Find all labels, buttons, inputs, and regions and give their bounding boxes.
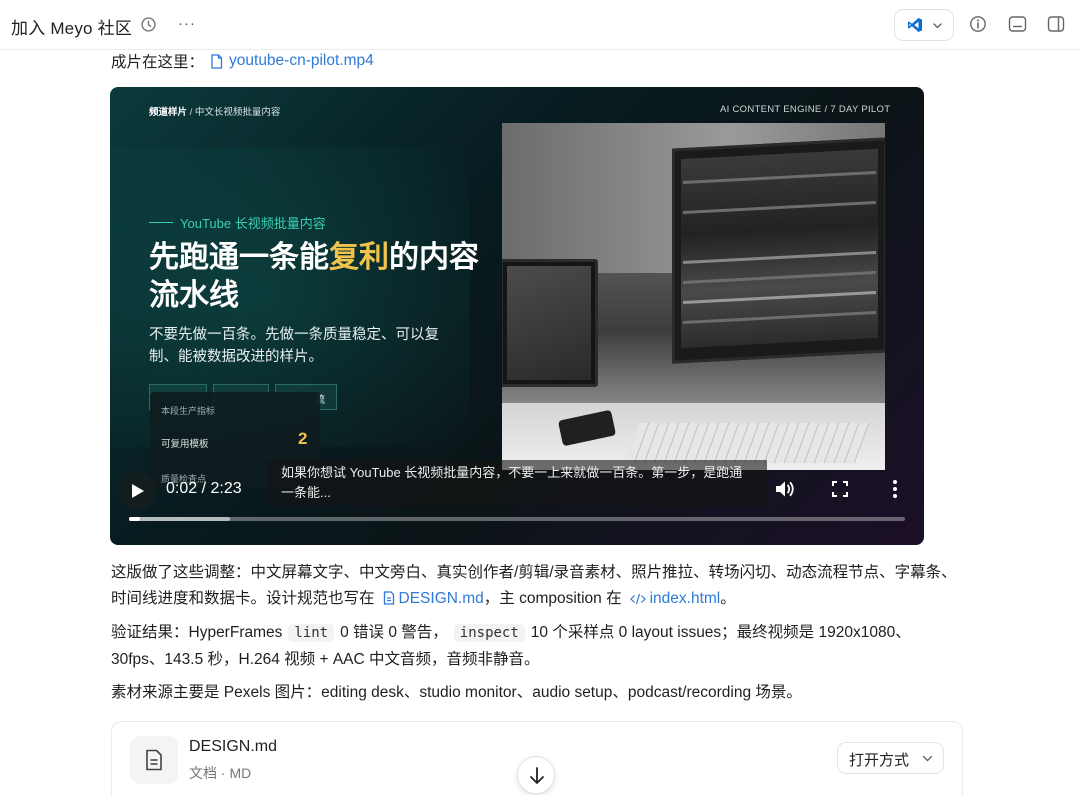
summary-paragraph: 这版做了这些调整：中文屏幕文字、中文旁白、真实创作者/剪辑/录音素材、照片推拉、…: [111, 564, 957, 607]
code-icon: [629, 593, 646, 604]
file-icon: [383, 590, 394, 605]
vscode-icon: [908, 18, 922, 32]
video-channel-label: 频道样片 / 中文长视频批量内容: [149, 107, 281, 118]
info-icon[interactable]: [969, 15, 987, 33]
arrow-down-icon: [530, 767, 544, 784]
attachment-meta: 文档 · MD: [189, 765, 252, 781]
video-headline: 先跑通一条能复利的内容流水线: [149, 241, 479, 312]
more-icon[interactable]: ···: [178, 15, 196, 32]
chevron-down-icon: [922, 755, 933, 762]
video-tag: YouTube 长视频批量内容: [149, 213, 326, 232]
document-icon: [146, 749, 162, 771]
page-title: 加入 Meyo 社区: [11, 19, 133, 38]
metric-label: 可复用模板: [161, 439, 209, 450]
metric-value: 2: [298, 429, 308, 448]
open-with-button[interactable]: 打开方式: [837, 742, 944, 774]
attachment-name: DESIGN.md: [189, 738, 278, 755]
index-html-link[interactable]: index.html: [650, 590, 721, 607]
video-buffered: [129, 517, 230, 521]
fullscreen-icon[interactable]: [832, 481, 848, 497]
video-time: 0:02 / 2:23: [166, 480, 242, 497]
inspect-code: inspect: [453, 624, 525, 642]
verification-paragraph: 验证结果：HyperFrames lint 0 错误 0 警告， inspect 10 …: [111, 624, 911, 668]
design-md-link[interactable]: DESIGN.md: [399, 590, 484, 607]
output-file-link[interactable]: youtube-cn-pilot.mp4: [229, 52, 374, 70]
sidebar-icon[interactable]: [1047, 15, 1065, 33]
video-subtitle: 不要先做一百条。先做一条质量稳定、可以复制、能被数据改进的样片。: [149, 327, 439, 365]
open-in-editor-button[interactable]: [894, 9, 954, 41]
clock-icon[interactable]: [140, 16, 157, 33]
vertical-more-icon[interactable]: [892, 479, 898, 499]
chevron-down-icon: [933, 23, 942, 29]
video-played: [129, 517, 140, 521]
document-icon-tile: [130, 736, 178, 784]
video-progress-bar[interactable]: [129, 517, 905, 521]
top-bar: 加入 Meyo 社区 ···: [0, 0, 1080, 50]
video-photo: [502, 123, 885, 470]
output-file-line: 成片在这里： youtube-cn-pilot.mp4: [111, 50, 374, 72]
video-engine-label: AI CONTENT ENGINE / 7 DAY PILOT: [720, 104, 891, 115]
video-player[interactable]: 频道样片 / 中文长视频批量内容 AI CONTENT ENGINE / 7 D…: [110, 87, 924, 545]
file-icon: [211, 53, 223, 69]
output-file-label: 成片在这里：: [111, 54, 205, 71]
lint-code: lint: [288, 624, 335, 642]
panel-bottom-icon[interactable]: [1008, 15, 1027, 33]
metric-heading: 本段生产指标: [161, 406, 216, 416]
video-caption: 如果你想试 YouTube 长视频批量内容，不要一上来就做一百条。第一步，是跑通…: [267, 460, 767, 506]
play-icon: [132, 484, 144, 498]
scroll-to-bottom-button[interactable]: [517, 756, 555, 794]
play-button[interactable]: [118, 472, 156, 510]
volume-icon[interactable]: [774, 479, 796, 499]
open-with-label: 打开方式: [849, 752, 910, 769]
sources-paragraph: 素材来源主要是 Pexels 图片：editing desk、studio mo…: [111, 684, 802, 701]
